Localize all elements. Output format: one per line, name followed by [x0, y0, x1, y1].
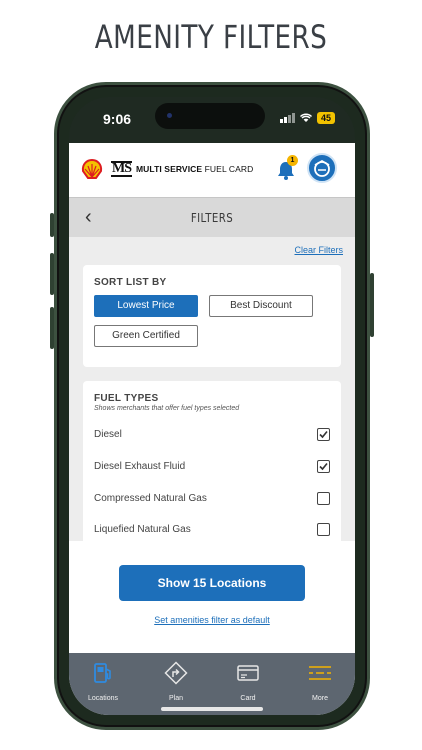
- fuel-type-label: Liquefied Natural Gas: [94, 524, 191, 535]
- dynamic-island: [155, 103, 265, 129]
- fuel-type-row[interactable]: Compressed Natural Gas: [94, 491, 330, 509]
- tab-label: Card: [240, 695, 256, 702]
- fuel-types-card: FUEL TYPES Shows merchants that offer fu…: [83, 381, 341, 561]
- home-indicator[interactable]: [161, 707, 263, 711]
- shell-logo-icon: [81, 159, 103, 179]
- fuel-type-label: Diesel Exhaust Fluid: [94, 461, 186, 472]
- sort-card: SORT LIST BY Lowest Price Best Discount …: [83, 265, 341, 367]
- wifi-icon: [299, 113, 312, 122]
- tab-label: Plan: [168, 695, 183, 702]
- clear-filters-link[interactable]: Clear Filters: [294, 245, 343, 255]
- fuel-type-label: Diesel: [94, 429, 122, 440]
- checkmark-icon: [319, 430, 328, 439]
- checkbox-checked[interactable]: [317, 460, 330, 473]
- sort-title: SORT LIST BY: [94, 277, 167, 288]
- notification-badge: 1: [287, 155, 298, 166]
- fuel-type-row[interactable]: Diesel: [94, 427, 330, 445]
- brand-mark: MS: [111, 161, 132, 177]
- power-button: [370, 273, 374, 337]
- status-bar: 9:06 45: [69, 97, 355, 143]
- tab-more[interactable]: More: [290, 661, 350, 702]
- tab-label: More: [312, 695, 328, 702]
- fuel-pump-icon: [94, 663, 111, 683]
- promo-headline: AMENITY FILTERS: [94, 18, 328, 56]
- action-footer: Show 15 Locations Set amenities filter a…: [69, 541, 355, 653]
- bottom-tab-bar: Locations Plan Card More: [69, 653, 355, 715]
- brand-name-bold: MULTI SERVICE: [136, 164, 203, 174]
- fuel-types-title: FUEL TYPES: [94, 393, 159, 404]
- filters-subheader: ‹ FILTERS: [69, 197, 355, 237]
- checkbox-checked[interactable]: [317, 428, 330, 441]
- battery-indicator: 45: [316, 112, 335, 124]
- checkbox-unchecked[interactable]: [317, 492, 330, 505]
- set-default-link-text[interactable]: Set amenities filter as default: [154, 615, 270, 625]
- tab-locations[interactable]: Locations: [73, 661, 133, 702]
- volume-down-button: [50, 307, 54, 349]
- tab-card[interactable]: Card: [218, 661, 278, 702]
- fuel-type-label: Compressed Natural Gas: [94, 493, 207, 504]
- driver-icon: [314, 159, 330, 177]
- volume-up-button: [50, 253, 54, 295]
- silent-switch: [50, 213, 54, 237]
- brand-name: MULTI SERVICE FUEL CARD: [136, 164, 253, 174]
- card-icon: [237, 665, 259, 681]
- page-title: FILTERS: [190, 211, 234, 225]
- route-sign-icon: [164, 661, 188, 685]
- app-content: MS MULTI SERVICE FUEL CARD 1 ‹ FILTERS C…: [69, 143, 355, 715]
- brand-logo: MS MULTI SERVICE FUEL CARD: [111, 161, 253, 177]
- menu-icon: [309, 666, 331, 680]
- brand-name-light: FUEL CARD: [204, 164, 254, 174]
- tab-label: Locations: [88, 695, 118, 702]
- set-default-link: Set amenities filter as default: [69, 615, 355, 625]
- sort-option-green-certified[interactable]: Green Certified: [94, 325, 198, 347]
- checkbox-unchecked[interactable]: [317, 523, 330, 536]
- fuel-type-row[interactable]: Liquefied Natural Gas: [94, 522, 330, 540]
- sort-option-best-discount[interactable]: Best Discount: [209, 295, 313, 317]
- checkmark-icon: [319, 462, 328, 471]
- profile-avatar[interactable]: [307, 153, 337, 183]
- sort-option-lowest-price[interactable]: Lowest Price: [94, 295, 198, 317]
- status-icons: 45: [279, 112, 335, 124]
- status-time: 9:06: [103, 111, 132, 127]
- app-header: MS MULTI SERVICE FUEL CARD 1: [69, 143, 355, 197]
- camera-dot: [167, 113, 172, 118]
- signal-icon: [279, 113, 295, 123]
- promo-screen: AMENITY FILTERS 9:06 45 MS MULTI SERVICE…: [0, 0, 422, 750]
- fuel-types-description: Shows merchants that offer fuel types se…: [94, 405, 240, 412]
- phone-frame: 9:06 45 MS MULTI SERVICE FUEL CARD 1 ‹ F…: [50, 82, 374, 730]
- phone-screen: 9:06 45 MS MULTI SERVICE FUEL CARD 1 ‹ F…: [69, 97, 355, 715]
- show-locations-button[interactable]: Show 15 Locations: [119, 565, 305, 601]
- tab-plan[interactable]: Plan: [146, 661, 206, 702]
- fuel-type-row[interactable]: Diesel Exhaust Fluid: [94, 459, 330, 477]
